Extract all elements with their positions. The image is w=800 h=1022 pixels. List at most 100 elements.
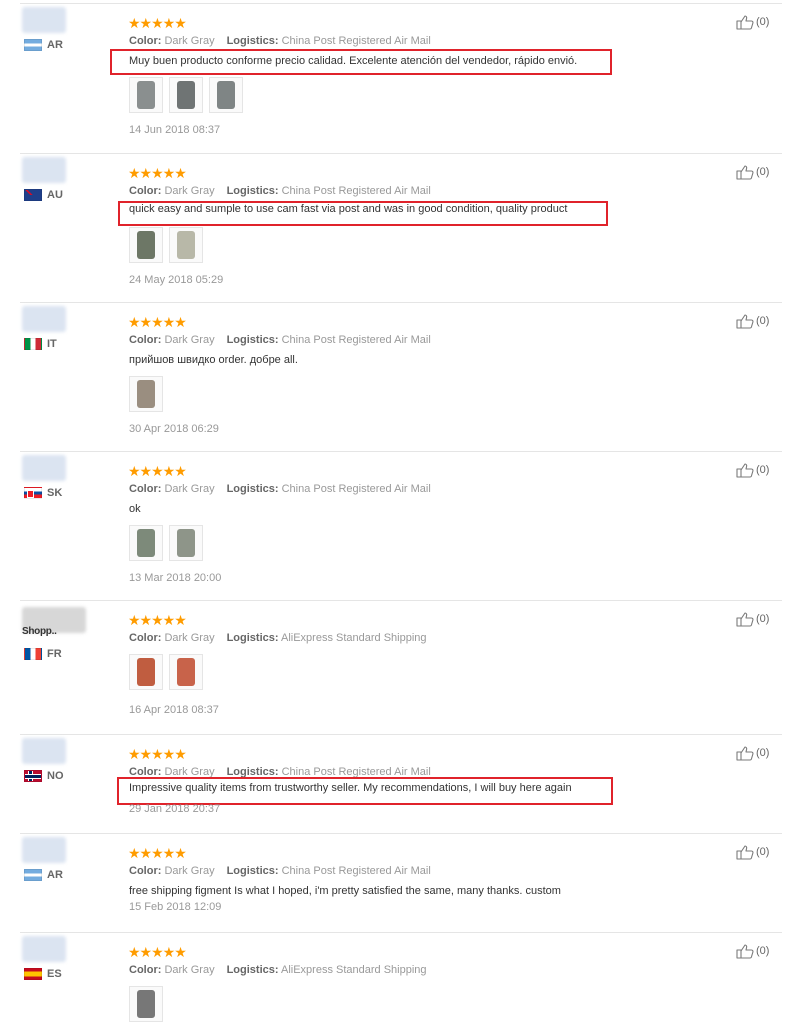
helpful-button[interactable]: (0) (736, 611, 769, 627)
logistics-value: China Post Registered Air Mail (281, 483, 431, 495)
country-code: IT (47, 338, 57, 350)
review-photo-thumbnail[interactable] (169, 654, 203, 690)
order-info: Color: Dark Gray Logistics: AliExpress St… (129, 632, 427, 644)
review-date: 24 May 2018 05:29 (129, 274, 224, 286)
review-photos (129, 986, 163, 1022)
color-label: Color: (129, 632, 162, 644)
color-label: Color: (129, 35, 162, 47)
highlight-box (117, 777, 613, 805)
helpful-button[interactable]: (0) (736, 462, 769, 478)
order-info: Color: Dark Gray Logistics: China Post Re… (129, 483, 431, 495)
order-info: Color: Dark Gray Logistics: China Post Re… (129, 334, 431, 346)
flag-icon (24, 648, 42, 660)
review-photo-thumbnail[interactable] (129, 654, 163, 690)
review-item: AR ★★★★★ Color: Dark Gray Logistics: China … (0, 3, 800, 153)
helpful-count: (0) (756, 613, 770, 625)
review-divider (20, 153, 782, 154)
thumbs-up-icon (736, 612, 754, 627)
review-photos (129, 227, 203, 263)
review-divider (20, 833, 782, 834)
helpful-button[interactable]: (0) (736, 313, 769, 329)
helpful-button[interactable]: (0) (736, 14, 769, 30)
review-item: AR ★★★★★ Color: Dark Gray Logistics: China … (0, 833, 800, 932)
reviewer-avatar (22, 306, 66, 332)
flag-icon (24, 338, 42, 350)
helpful-count: (0) (756, 747, 770, 759)
thumbs-up-icon (736, 746, 754, 761)
thumbs-up-icon (736, 944, 754, 959)
logistics-label: Logistics: (226, 334, 279, 346)
review-photo-thumbnail[interactable] (169, 77, 203, 113)
thumbs-up-icon (736, 463, 754, 478)
review-photo-thumbnail[interactable] (169, 227, 203, 263)
review-photo-thumbnail[interactable] (129, 986, 163, 1022)
review-divider (20, 600, 782, 601)
review-divider (20, 451, 782, 452)
review-photo-thumbnail[interactable] (129, 525, 163, 561)
country-code: SK (47, 487, 63, 499)
reviewer-avatar (22, 7, 66, 33)
country-code: ES (47, 968, 62, 980)
review-item: NO ★★★★★ Color: Dark Gray Logistics: China … (0, 734, 800, 833)
helpful-button[interactable]: (0) (736, 164, 769, 180)
helpful-button[interactable]: (0) (736, 844, 769, 860)
review-photo-thumbnail[interactable] (209, 77, 243, 113)
flag-icon (24, 869, 42, 881)
thumbs-up-icon (736, 165, 754, 180)
color-label: Color: (129, 334, 162, 346)
logistics-label: Logistics: (226, 964, 279, 976)
helpful-count: (0) (756, 315, 770, 327)
review-item: SK ★★★★★ Color: Dark Gray Logistics: China … (0, 451, 800, 600)
logistics-value: China Post Registered Air Mail (281, 35, 431, 47)
review-date: 16 Apr 2018 08:37 (129, 704, 219, 716)
review-photo-thumbnail[interactable] (129, 376, 163, 412)
review-date: 13 Mar 2018 20:00 (129, 572, 222, 584)
review-item: IT ★★★★★ Color: Dark Gray Logistics: China … (0, 302, 800, 451)
helpful-button[interactable]: (0) (736, 745, 769, 761)
order-info: Color: Dark Gray Logistics: China Post Re… (129, 185, 431, 197)
review-text: ok (129, 503, 141, 515)
thumbs-up-icon (736, 15, 754, 30)
reviewer-avatar (22, 837, 66, 863)
helpful-count: (0) (756, 945, 770, 957)
logistics-label: Logistics: (226, 632, 279, 644)
review-item: ES ★★★★★ Color: Dark Gray Logistics: AliExp… (0, 932, 800, 1022)
color-value: Dark Gray (164, 334, 215, 346)
reviewer-country: AR (24, 868, 63, 882)
logistics-label: Logistics: (226, 35, 279, 47)
review-divider (20, 734, 782, 735)
review-divider (20, 3, 782, 4)
star-rating: ★★★★★ (128, 612, 187, 628)
reviewer-avatar (22, 936, 66, 962)
review-item: Shopp.. FR ★★★★★ Color: Dark Gray Logistics:… (0, 600, 800, 734)
review-photo-thumbnail[interactable] (169, 525, 203, 561)
color-label: Color: (129, 865, 162, 877)
thumbs-up-icon (736, 845, 754, 860)
review-photo-thumbnail[interactable] (129, 77, 163, 113)
reviewer-avatar (22, 738, 66, 764)
color-value: Dark Gray (164, 483, 215, 495)
logistics-label: Logistics: (226, 483, 279, 495)
review-date: 30 Apr 2018 06:29 (129, 423, 219, 435)
country-code: AR (47, 869, 63, 881)
country-code: AU (47, 189, 63, 201)
flag-icon (24, 39, 42, 51)
color-value: Dark Gray (164, 964, 215, 976)
reviewer-country: AR (24, 38, 63, 52)
star-rating: ★★★★★ (128, 165, 187, 181)
star-rating: ★★★★★ (128, 746, 187, 762)
helpful-count: (0) (756, 464, 770, 476)
reviewer-avatar (22, 157, 66, 183)
review-photo-thumbnail[interactable] (129, 227, 163, 263)
country-code: AR (47, 39, 63, 51)
star-rating: ★★★★★ (128, 845, 187, 861)
review-photos (129, 525, 203, 561)
reviewer-avatar (22, 455, 66, 481)
flag-icon (24, 487, 42, 499)
reviewer-country: FR (24, 647, 62, 661)
reviewer-country: AU (24, 188, 63, 202)
helpful-button[interactable]: (0) (736, 943, 769, 959)
color-value: Dark Gray (164, 35, 215, 47)
logistics-value: AliExpress Standard Shipping (280, 632, 427, 644)
logistics-value: China Post Registered Air Mail (281, 185, 431, 197)
